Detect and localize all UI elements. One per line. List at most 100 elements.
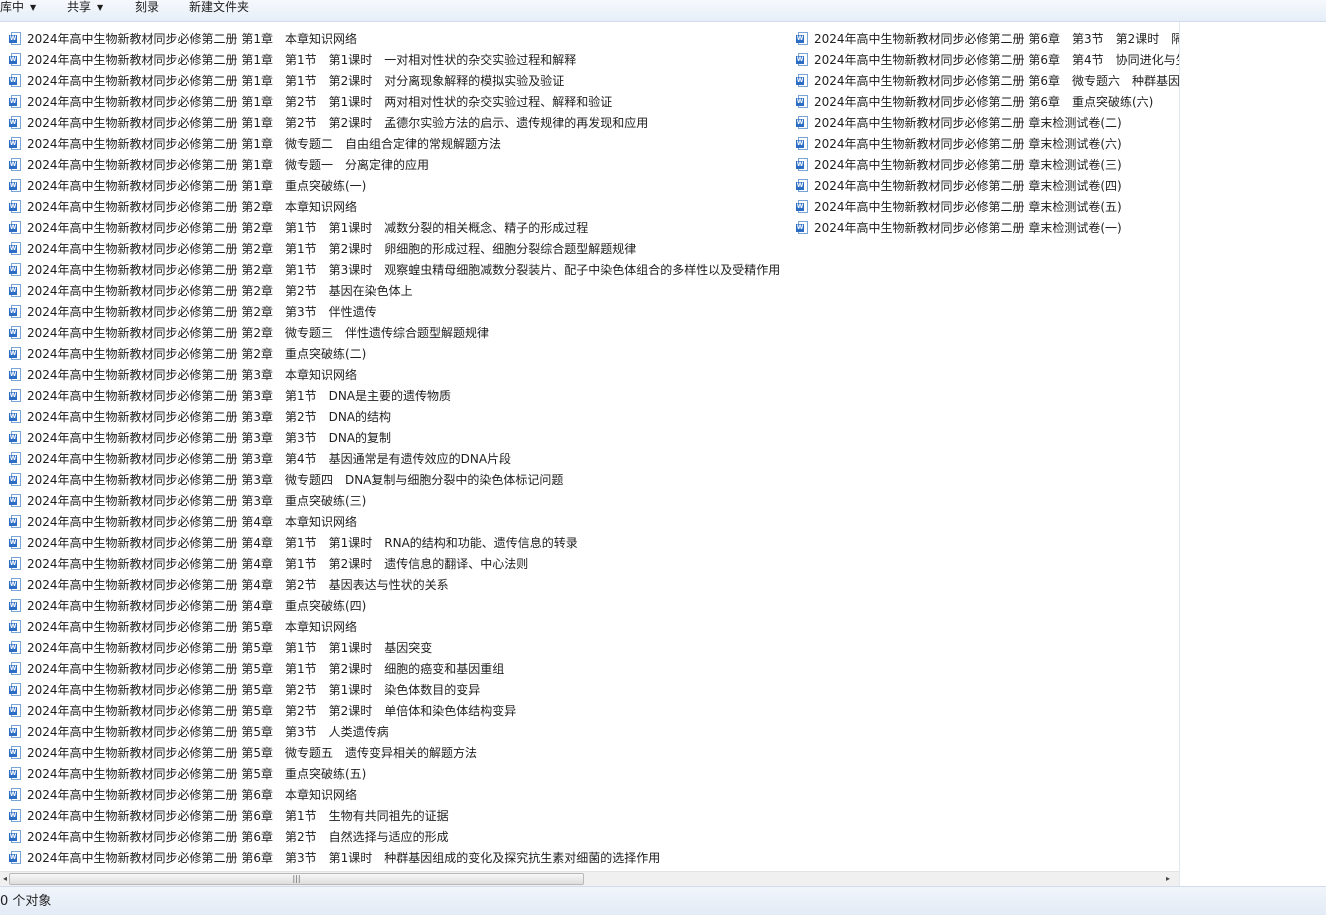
burn-button[interactable]: 刻录 [135, 0, 159, 21]
file-name: 2024年高中生物新教材同步必修第二册 第3章 第2节 DNA的结构 [27, 410, 392, 424]
file-name: 2024年高中生物新教材同步必修第二册 第1章 微专题一 分离定律的应用 [27, 158, 429, 172]
file-item[interactable]: W 2024年高中生物新教材同步必修第二册 章末检测试卷(三) [796, 155, 1179, 176]
word-document-icon: W [9, 74, 21, 87]
file-name: 2024年高中生物新教材同步必修第二册 第1章 第1节 第2课时 对分离现象解释… [27, 74, 565, 88]
file-item[interactable]: W 2024年高中生物新教材同步必修第二册 第1章 第1节 第1课时 一对相对性状… [9, 50, 780, 71]
file-item[interactable]: W 2024年高中生物新教材同步必修第二册 第3章 微专题四 DNA复制与细胞分裂… [9, 470, 780, 491]
file-item[interactable]: W 2024年高中生物新教材同步必修第二册 第6章 重点突破练(六) [796, 92, 1179, 113]
file-list-view[interactable]: W 2024年高中生物新教材同步必修第二册 第1章 本章知识网络 W 2024年高中生… [0, 22, 1179, 871]
file-item[interactable]: W 2024年高中生物新教材同步必修第二册 第3章 第2节 DNA的结构 [9, 407, 780, 428]
file-name: 2024年高中生物新教材同步必修第二册 章末检测试卷(三) [814, 158, 1122, 172]
file-name: 2024年高中生物新教材同步必修第二册 第5章 第2节 第2课时 单倍体和染色体… [27, 704, 517, 718]
file-item[interactable]: W 2024年高中生物新教材同步必修第二册 章末检测试卷(五) [796, 197, 1179, 218]
file-item[interactable]: W 2024年高中生物新教材同步必修第二册 第3章 重点突破练(三) [9, 491, 780, 512]
file-item[interactable]: W 2024年高中生物新教材同步必修第二册 第6章 第3节 第1课时 种群基因组成… [9, 848, 780, 869]
file-item[interactable]: W 2024年高中生物新教材同步必修第二册 第5章 重点突破练(五) [9, 764, 780, 785]
file-name: 2024年高中生物新教材同步必修第二册 第5章 本章知识网络 [27, 620, 357, 634]
file-name: 2024年高中生物新教材同步必修第二册 第4章 本章知识网络 [27, 515, 357, 529]
file-name: 2024年高中生物新教材同步必修第二册 第5章 第1节 第2课时 细胞的癌变和基… [27, 662, 505, 676]
word-document-icon: W [9, 179, 21, 192]
file-item[interactable]: W 2024年高中生物新教材同步必修第二册 第4章 第2节 基因表达与性状的关系 [9, 575, 780, 596]
file-name: 2024年高中生物新教材同步必修第二册 第1章 本章知识网络 [27, 32, 357, 46]
file-name: 2024年高中生物新教材同步必修第二册 第3章 微专题四 DNA复制与细胞分裂中… [27, 473, 564, 487]
scrollbar-thumb[interactable]: ||| [9, 873, 584, 885]
file-name: 2024年高中生物新教材同步必修第二册 第2章 重点突破练(二) [27, 347, 367, 361]
word-document-icon: W [9, 851, 21, 864]
file-name: 2024年高中生物新教材同步必修第二册 第3章 第3节 DNA的复制 [27, 431, 392, 445]
file-item[interactable]: W 2024年高中生物新教材同步必修第二册 第1章 重点突破练(一) [9, 176, 780, 197]
word-document-icon: W [9, 389, 21, 402]
file-name: 2024年高中生物新教材同步必修第二册 第3章 第1节 DNA是主要的遗传物质 [27, 389, 452, 403]
file-item[interactable]: W 2024年高中生物新教材同步必修第二册 第2章 微专题三 伴性遗传综合题型解题… [9, 323, 780, 344]
file-item[interactable]: W 2024年高中生物新教材同步必修第二册 章末检测试卷(四) [796, 176, 1179, 197]
file-item[interactable]: W 2024年高中生物新教材同步必修第二册 章末检测试卷(二) [796, 113, 1179, 134]
share-dropdown[interactable]: 共享 ▼ [67, 0, 103, 21]
file-item[interactable]: W 2024年高中生物新教材同步必修第二册 第6章 微专题六 种群基因 [796, 71, 1179, 92]
file-item[interactable]: W 2024年高中生物新教材同步必修第二册 第4章 第1节 第2课时 遗传信息的翻… [9, 554, 780, 575]
file-item[interactable]: W 2024年高中生物新教材同步必修第二册 第1章 微专题一 分离定律的应用 [9, 155, 780, 176]
file-item[interactable]: W 2024年高中生物新教材同步必修第二册 第4章 本章知识网络 [9, 512, 780, 533]
word-document-icon: W [796, 32, 808, 45]
file-item[interactable]: W 2024年高中生物新教材同步必修第二册 第2章 重点突破练(二) [9, 344, 780, 365]
word-document-icon: W [9, 578, 21, 591]
file-item[interactable]: W 2024年高中生物新教材同步必修第二册 第6章 第2节 自然选择与适应的形成 [9, 827, 780, 848]
word-document-icon: W [9, 683, 21, 696]
file-item[interactable]: W 2024年高中生物新教材同步必修第二册 第1章 微专题二 自由组合定律的常规解… [9, 134, 780, 155]
file-item[interactable]: W 2024年高中生物新教材同步必修第二册 第5章 第2节 第2课时 单倍体和染色… [9, 701, 780, 722]
file-item[interactable]: W 2024年高中生物新教材同步必修第二册 第2章 第3节 伴性遗传 [9, 302, 780, 323]
word-document-icon: W [796, 116, 808, 129]
file-item[interactable]: W 2024年高中生物新教材同步必修第二册 第5章 本章知识网络 [9, 617, 780, 638]
word-document-icon: W [9, 158, 21, 171]
file-item[interactable]: W 2024年高中生物新教材同步必修第二册 第5章 第1节 第1课时 基因突变 [9, 638, 780, 659]
file-item[interactable]: W 2024年高中生物新教材同步必修第二册 第5章 微专题五 遗传变异相关的解题方… [9, 743, 780, 764]
file-item[interactable]: W 2024年高中生物新教材同步必修第二册 第1章 第1节 第2课时 对分离现象解… [9, 71, 780, 92]
details-pane [1179, 22, 1326, 886]
new-folder-button[interactable]: 新建文件夹 [189, 0, 249, 21]
file-item[interactable]: W 2024年高中生物新教材同步必修第二册 章末检测试卷(一) [796, 218, 1179, 239]
file-name: 2024年高中生物新教材同步必修第二册 第4章 第1节 第1课时 RNA的结构和… [27, 536, 578, 550]
word-document-icon: W [796, 179, 808, 192]
word-document-icon: W [9, 53, 21, 66]
file-item[interactable]: W 2024年高中生物新教材同步必修第二册 第4章 第1节 第1课时 RNA的结构… [9, 533, 780, 554]
file-item[interactable]: W 2024年高中生物新教材同步必修第二册 第3章 第4节 基因通常是有遗传效应的… [9, 449, 780, 470]
file-name: 2024年高中生物新教材同步必修第二册 第6章 重点突破练(六) [814, 95, 1154, 109]
file-item[interactable]: W 2024年高中生物新教材同步必修第二册 第5章 第3节 人类遗传病 [9, 722, 780, 743]
word-document-icon: W [9, 809, 21, 822]
file-item[interactable]: W 2024年高中生物新教材同步必修第二册 第6章 本章知识网络 [9, 785, 780, 806]
file-item[interactable]: W 2024年高中生物新教材同步必修第二册 第6章 第1节 生物有共同祖先的证据 [9, 806, 780, 827]
file-item[interactable]: W 2024年高中生物新教材同步必修第二册 第2章 本章知识网络 [9, 197, 780, 218]
file-item[interactable]: W 2024年高中生物新教材同步必修第二册 第3章 第3节 DNA的复制 [9, 428, 780, 449]
file-item[interactable]: W 2024年高中生物新教材同步必修第二册 第4章 重点突破练(四) [9, 596, 780, 617]
file-item[interactable]: W 2024年高中生物新教材同步必修第二册 第1章 本章知识网络 [9, 29, 780, 50]
new-folder-label: 新建文件夹 [189, 0, 250, 14]
file-item[interactable]: W 2024年高中生物新教材同步必修第二册 第3章 第1节 DNA是主要的遗传物质 [9, 386, 780, 407]
horizontal-scrollbar[interactable]: ◂ ||| ▸ [0, 871, 1179, 886]
file-name: 2024年高中生物新教材同步必修第二册 第1章 第2节 第2课时 孟德尔实验方法… [27, 116, 649, 130]
file-item[interactable]: W 2024年高中生物新教材同步必修第二册 第2章 第2节 基因在染色体上 [9, 281, 780, 302]
file-item[interactable]: W 2024年高中生物新教材同步必修第二册 第2章 第1节 第1课时 减数分裂的相… [9, 218, 780, 239]
file-item[interactable]: W 2024年高中生物新教材同步必修第二册 第5章 第1节 第2课时 细胞的癌变和… [9, 659, 780, 680]
file-name: 2024年高中生物新教材同步必修第二册 第5章 微专题五 遗传变异相关的解题方法 [27, 746, 477, 760]
file-name: 2024年高中生物新教材同步必修第二册 第6章 第3节 第1课时 种群基因组成的… [27, 851, 661, 865]
item-count: 0 个对象 [0, 894, 52, 909]
word-document-icon: W [9, 263, 21, 276]
word-document-icon: W [9, 494, 21, 507]
file-item[interactable]: W 2024年高中生物新教材同步必修第二册 第1章 第2节 第1课时 两对相对性状… [9, 92, 780, 113]
file-item[interactable]: W 2024年高中生物新教材同步必修第二册 第6章 第3节 第2课时 隔 [796, 29, 1179, 50]
file-name: 2024年高中生物新教材同步必修第二册 第6章 第2节 自然选择与适应的形成 [27, 830, 449, 844]
file-name: 2024年高中生物新教材同步必修第二册 第5章 第2节 第1课时 染色体数目的变… [27, 683, 481, 697]
word-document-icon: W [9, 116, 21, 129]
file-name: 2024年高中生物新教材同步必修第二册 章末检测试卷(五) [814, 200, 1122, 214]
file-item[interactable]: W 2024年高中生物新教材同步必修第二册 章末检测试卷(六) [796, 134, 1179, 155]
file-item[interactable]: W 2024年高中生物新教材同步必修第二册 第5章 第2节 第1课时 染色体数目的… [9, 680, 780, 701]
file-item[interactable]: W 2024年高中生物新教材同步必修第二册 第3章 本章知识网络 [9, 365, 780, 386]
file-item[interactable]: W 2024年高中生物新教材同步必修第二册 第2章 第1节 第3课时 观察蝗虫精母… [9, 260, 780, 281]
word-document-icon: W [796, 137, 808, 150]
library-dropdown[interactable]: 库中 ▼ [0, 0, 36, 21]
word-document-icon: W [796, 221, 808, 234]
file-item[interactable]: W 2024年高中生物新教材同步必修第二册 第1章 第2节 第2课时 孟德尔实验方… [9, 113, 780, 134]
file-item[interactable]: W 2024年高中生物新教材同步必修第二册 第6章 第4节 协同进化与生 [796, 50, 1179, 71]
file-item[interactable]: W 2024年高中生物新教材同步必修第二册 第2章 第1节 第2课时 卵细胞的形成… [9, 239, 780, 260]
scroll-right-icon[interactable]: ▸ [1163, 872, 1173, 886]
word-document-icon: W [796, 53, 808, 66]
